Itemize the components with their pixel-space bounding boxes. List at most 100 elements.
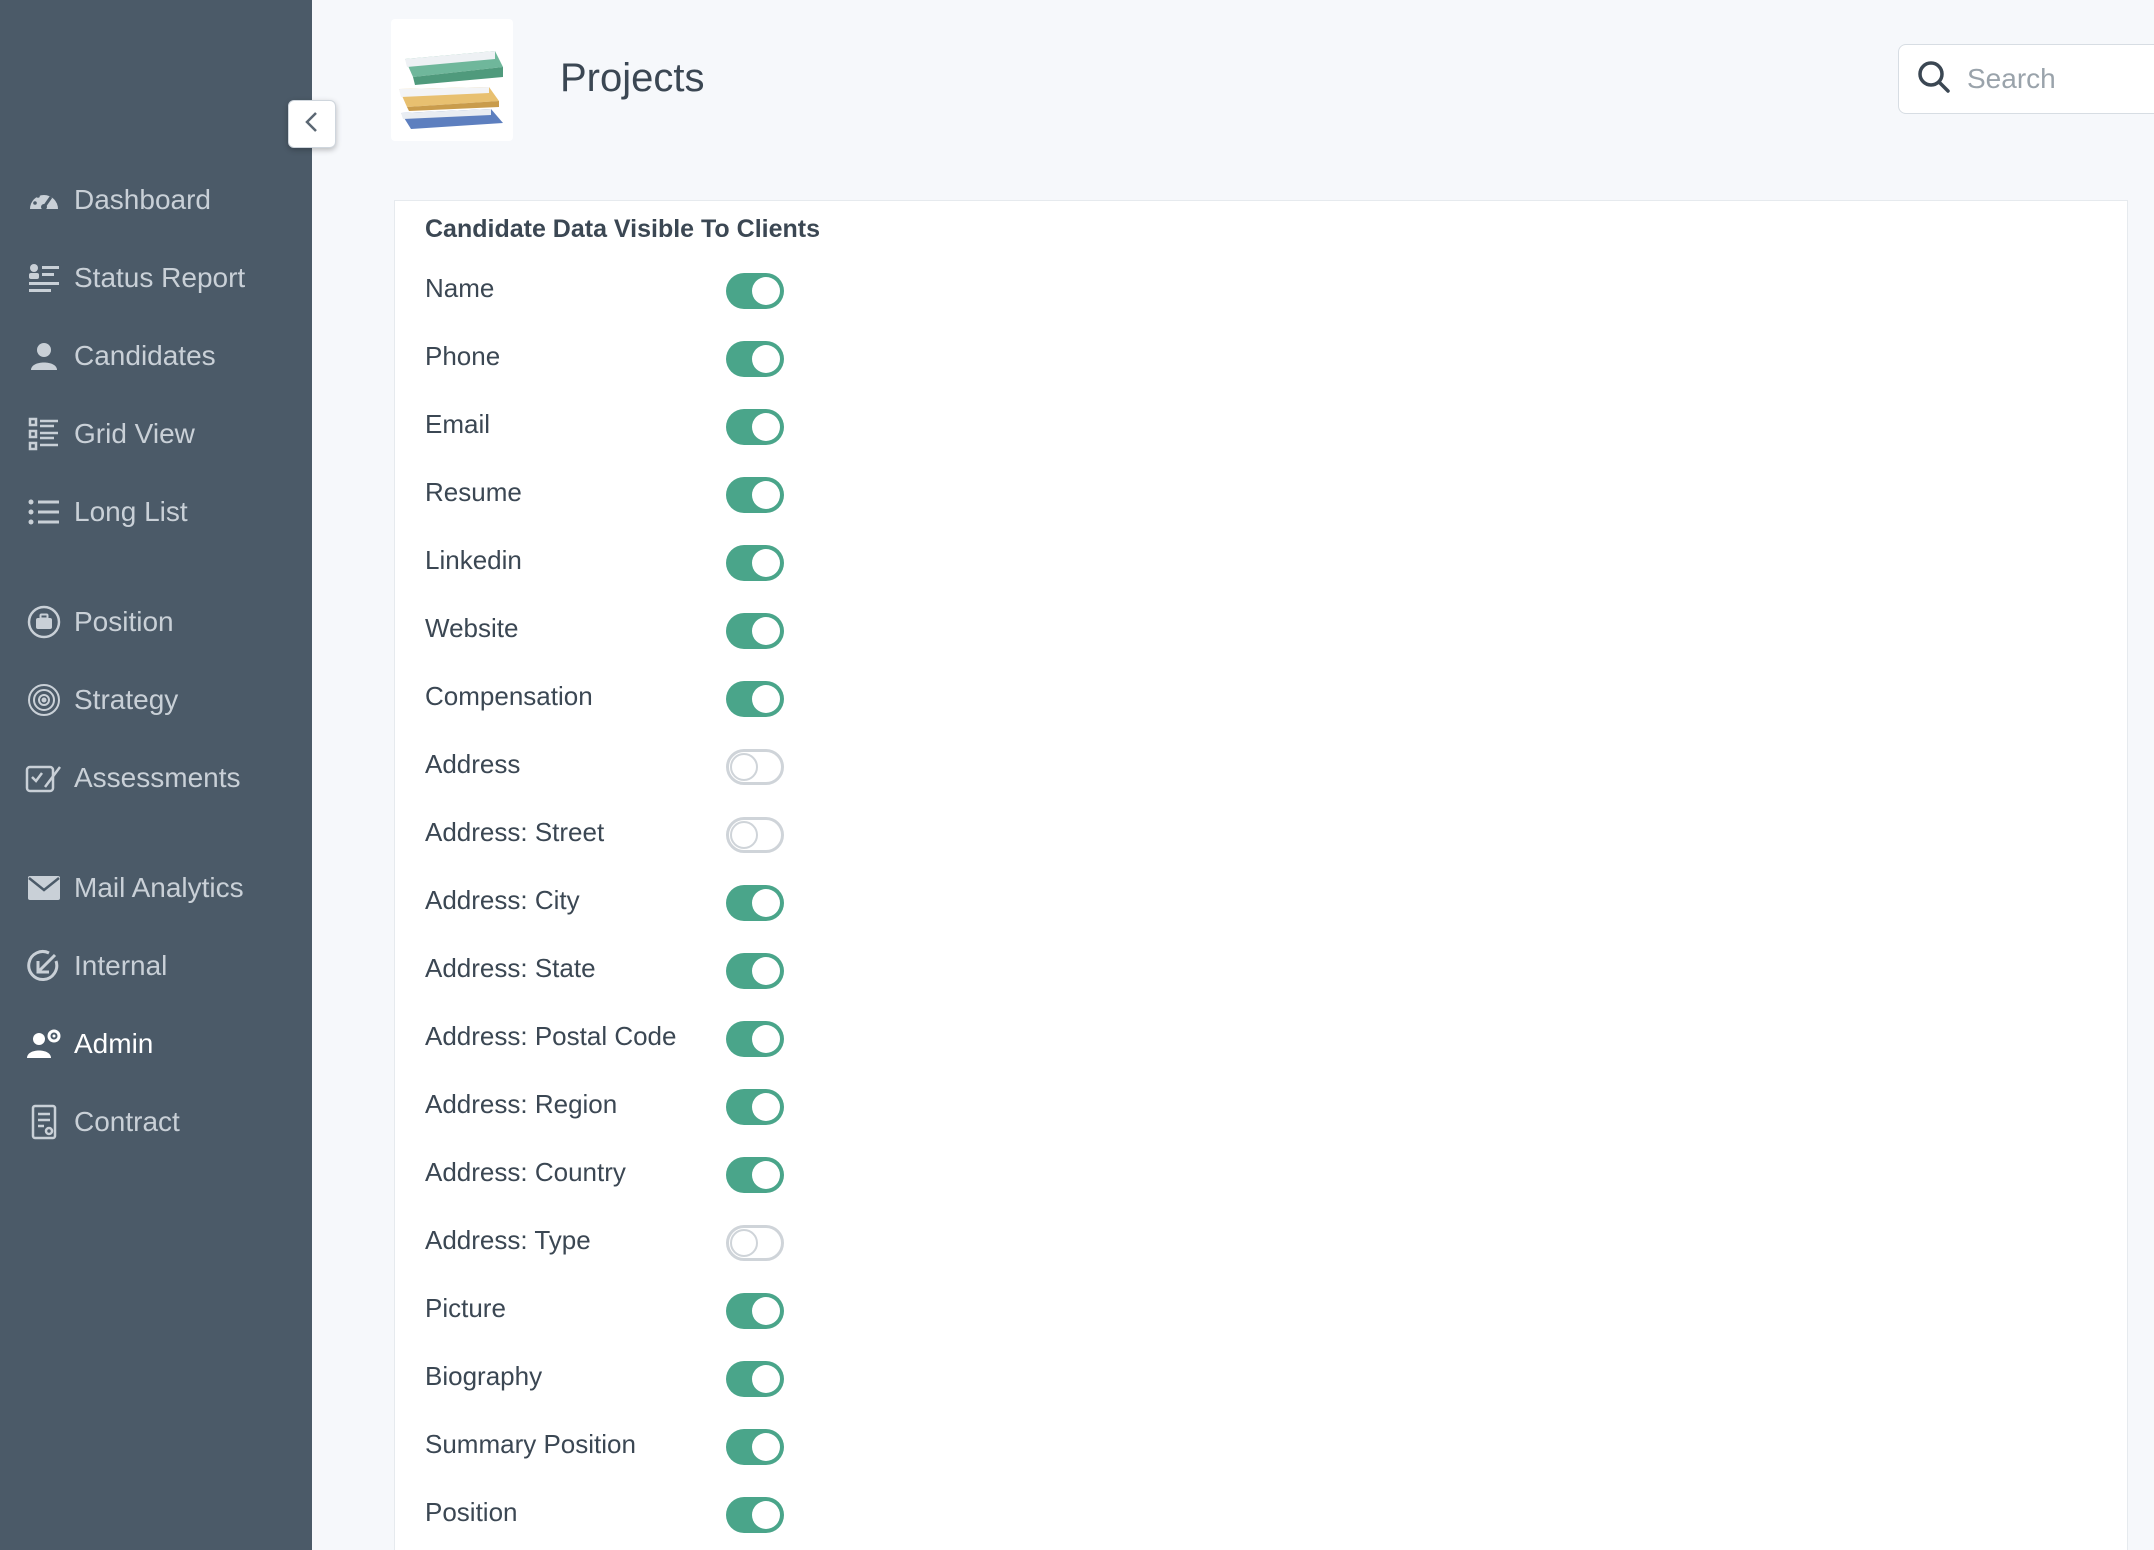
field-row: Address: State: [425, 948, 825, 989]
field-toggle[interactable]: [726, 885, 784, 921]
field-row: Address: [425, 744, 825, 785]
field-label: Address: Region: [425, 1089, 618, 1119]
field-toggle[interactable]: [726, 681, 784, 717]
field-toggle[interactable]: [726, 1361, 784, 1397]
field-label: Position: [425, 1497, 518, 1527]
field-row: Name: [425, 268, 825, 309]
sidebar-item-admin[interactable]: Admin: [24, 1020, 153, 1068]
field-row: Address: Postal Code: [425, 1016, 825, 1057]
field-toggle[interactable]: [726, 1429, 784, 1465]
sidebar-item-position[interactable]: Position: [24, 598, 174, 646]
field-label: Email: [425, 409, 491, 439]
field-toggle[interactable]: [726, 341, 784, 377]
field-toggle[interactable]: [726, 409, 784, 445]
field-label: Address: City: [425, 885, 580, 915]
sidebar: Dashboard Status Report Candidates Grid …: [0, 0, 312, 1550]
field-toggle[interactable]: [726, 1021, 784, 1057]
sidebar-item-label: Grid View: [74, 418, 195, 449]
field-label: Linkedin: [425, 545, 522, 575]
field-row: Phone: [425, 336, 825, 377]
sidebar-item-contract[interactable]: Contract: [24, 1098, 180, 1146]
chevron-left-icon: [302, 110, 322, 139]
field-row: Address: Country: [425, 1152, 825, 1193]
field-toggle[interactable]: [726, 817, 784, 853]
sidebar-item-label: Status Report: [74, 262, 246, 293]
sidebar-item-mail-analytics[interactable]: Mail Analytics: [24, 864, 244, 912]
field-label: Website: [425, 613, 519, 643]
sidebar-item-label: Long List: [74, 496, 188, 527]
sidebar-item-long-list[interactable]: Long List: [24, 488, 188, 536]
sidebar-item-internal[interactable]: Internal: [24, 942, 167, 990]
sidebar-item-candidates[interactable]: Candidates: [24, 332, 216, 380]
field-toggle[interactable]: [726, 1225, 784, 1261]
field-label: Resume: [425, 477, 522, 507]
field-label: Summary Position: [425, 1429, 636, 1459]
field-row: Summary Position: [425, 1424, 825, 1465]
field-row: Address: Street: [425, 812, 825, 853]
search-icon: [1917, 60, 1951, 99]
sidebar-collapse-button[interactable]: [288, 100, 336, 148]
page-title: Projects: [560, 56, 705, 100]
internal-arrow-icon: [24, 946, 64, 986]
field-toggle[interactable]: [726, 545, 784, 581]
candidate-visibility-panel: Candidate Data Visible To Clients Name P…: [394, 200, 2128, 1550]
sidebar-item-status-report[interactable]: Status Report: [24, 254, 245, 302]
field-label: Name: [425, 273, 495, 303]
admin-user-gear-icon: [24, 1024, 64, 1064]
field-label: Address: State: [425, 953, 596, 983]
sidebar-item-label: Internal: [74, 950, 168, 981]
field-label: Address: Postal Code: [425, 1021, 677, 1051]
contract-document-icon: [24, 1102, 64, 1142]
sidebar-item-label: Candidates: [74, 340, 216, 371]
field-row: Address: Region: [425, 1084, 825, 1125]
user-icon: [24, 336, 64, 376]
field-label: Address: [425, 749, 521, 779]
assessment-icon: [24, 758, 64, 798]
search-input[interactable]: [1967, 63, 2154, 95]
field-toggle[interactable]: [726, 1089, 784, 1125]
field-label: Address: Type: [425, 1225, 591, 1255]
sidebar-item-label: Dashboard: [74, 184, 211, 215]
field-toggle[interactable]: [726, 1497, 784, 1533]
books-logo-icon: [391, 51, 513, 145]
field-row: Biography: [425, 1356, 825, 1397]
field-row: Linkedin: [425, 540, 825, 581]
field-label: Address: Street: [425, 817, 605, 847]
target-icon: [24, 680, 64, 720]
field-row: Email: [425, 404, 825, 445]
sidebar-item-label: Contract: [74, 1106, 180, 1137]
field-toggle[interactable]: [726, 749, 784, 785]
dashboard-gauge-icon: [24, 180, 64, 220]
field-row: Address: City: [425, 880, 825, 921]
field-label: Picture: [425, 1293, 506, 1323]
status-report-icon: [24, 258, 64, 298]
field-row: Compensation: [425, 676, 825, 717]
list-icon: [24, 492, 64, 532]
field-label: Address: Country: [425, 1157, 626, 1187]
search-box[interactable]: [1898, 44, 2154, 114]
field-row: Picture: [425, 1288, 825, 1329]
field-toggle[interactable]: [726, 613, 784, 649]
sidebar-item-assessments[interactable]: Assessments: [24, 754, 241, 802]
field-toggle[interactable]: [726, 477, 784, 513]
field-label: Biography: [425, 1361, 543, 1391]
field-row: Website: [425, 608, 825, 649]
field-toggle[interactable]: [726, 953, 784, 989]
field-toggle[interactable]: [726, 273, 784, 309]
grid-list-icon: [24, 414, 64, 454]
briefcase-icon: [24, 602, 64, 642]
app-logo: [391, 19, 513, 141]
sidebar-item-grid-view[interactable]: Grid View: [24, 410, 195, 458]
field-row: Address: Type: [425, 1220, 825, 1261]
panel-title: Candidate Data Visible To Clients: [425, 215, 820, 243]
field-row: Position: [425, 1492, 825, 1533]
sidebar-item-label: Admin: [74, 1028, 154, 1059]
sidebar-item-label: Assessments: [74, 762, 241, 793]
field-label: Compensation: [425, 681, 593, 711]
sidebar-item-label: Position: [74, 606, 174, 637]
sidebar-item-dashboard[interactable]: Dashboard: [24, 176, 211, 224]
sidebar-item-label: Strategy: [74, 684, 179, 715]
field-toggle[interactable]: [726, 1157, 784, 1193]
field-toggle[interactable]: [726, 1293, 784, 1329]
sidebar-item-strategy[interactable]: Strategy: [24, 676, 178, 724]
